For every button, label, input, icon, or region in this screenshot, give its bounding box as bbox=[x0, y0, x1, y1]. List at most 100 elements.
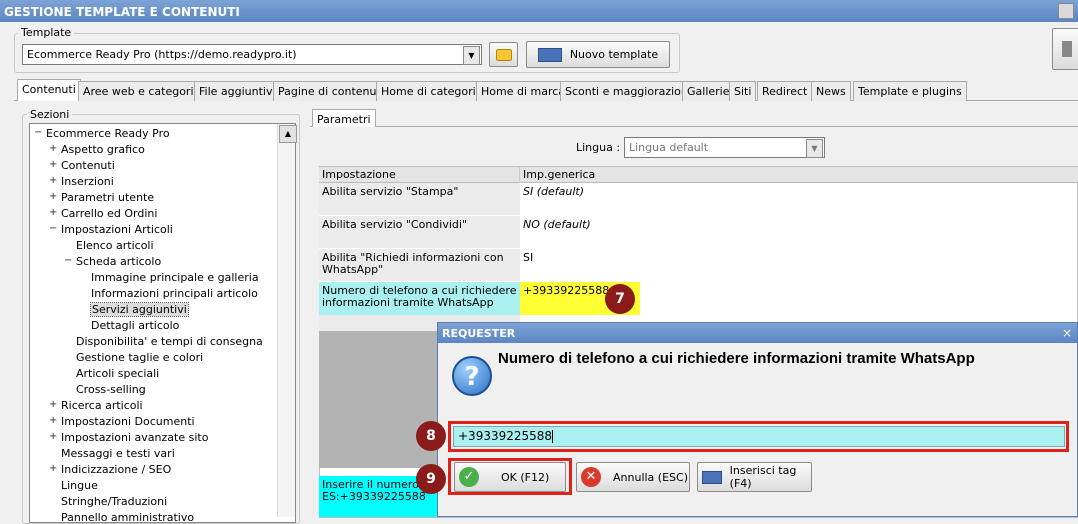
ok-label: OK (F12) bbox=[501, 470, 550, 484]
tree-scrollbar[interactable]: ▲ bbox=[277, 124, 297, 517]
tab-news[interactable]: News bbox=[811, 81, 851, 101]
tree-item[interactable]: Lingue bbox=[61, 479, 98, 492]
template-select[interactable]: Ecommerce Ready Pro (https://demo.readyp… bbox=[22, 44, 482, 65]
insert-tag-icon bbox=[702, 470, 722, 484]
template-select-value: Ecommerce Ready Pro (https://demo.readyp… bbox=[27, 48, 297, 61]
lingua-select[interactable]: Lingua default ▼ bbox=[624, 137, 825, 158]
collapse-icon[interactable]: − bbox=[34, 127, 42, 138]
phone-input-value: +39339225588 bbox=[458, 429, 553, 443]
row-value-stampa[interactable]: SI (default) bbox=[520, 183, 1078, 216]
tree-item[interactable]: Dettagli articolo bbox=[91, 319, 179, 332]
expand-icon[interactable]: + bbox=[49, 463, 57, 474]
marker-9: 9 bbox=[416, 464, 446, 494]
tree-item[interactable]: Contenuti bbox=[61, 159, 115, 172]
tree-item[interactable]: Informazioni principali articolo bbox=[91, 287, 258, 300]
tab-template-plugins[interactable]: Template e plugins bbox=[853, 81, 967, 101]
tab-file-aggiuntivi[interactable]: File aggiuntivi bbox=[194, 81, 281, 101]
window-title: GESTIONE TEMPLATE E CONTENUTI bbox=[4, 5, 240, 19]
row-setting-condividi: Abilita servizio "Condividi" bbox=[319, 216, 520, 249]
exit-button[interactable] bbox=[1052, 28, 1078, 70]
row-value-whatsapp[interactable]: SI bbox=[520, 249, 1078, 282]
row-setting-stampa: Abilita servizio "Stampa" bbox=[319, 183, 520, 216]
new-template-button[interactable]: Nuovo template bbox=[526, 41, 670, 68]
params-tab-line bbox=[310, 126, 1078, 127]
exit-icon bbox=[1062, 41, 1072, 57]
ok-button[interactable]: ✓ OK (F12) bbox=[454, 462, 566, 492]
tab-aree-web[interactable]: Aree web e categorie bbox=[78, 81, 206, 101]
chevron-down-icon[interactable]: ▼ bbox=[463, 46, 480, 65]
tree-item[interactable]: Inserzioni bbox=[61, 175, 114, 188]
tree-item[interactable]: Impostazioni Documenti bbox=[61, 415, 195, 428]
tab-contenuti[interactable]: Contenuti bbox=[17, 79, 81, 101]
col-setting-header: Impostazione bbox=[319, 167, 520, 183]
lingua-value: Lingua default bbox=[629, 141, 709, 154]
tree-item[interactable]: Carrello ed Ordini bbox=[61, 207, 157, 220]
tree-item[interactable]: Indicizzazione / SEO bbox=[61, 463, 171, 476]
phone-input[interactable]: +39339225588 bbox=[453, 426, 1065, 447]
tree-item[interactable]: Gestione taglie e colori bbox=[76, 351, 203, 364]
question-icon: ? bbox=[452, 356, 492, 396]
tab-siti[interactable]: Siti bbox=[729, 81, 757, 101]
expand-icon[interactable]: + bbox=[49, 415, 57, 426]
marker-7: 7 bbox=[605, 284, 635, 314]
chevron-down-icon[interactable]: ▼ bbox=[806, 139, 823, 158]
close-icon[interactable]: × bbox=[1060, 326, 1074, 340]
template-legend: Template bbox=[18, 26, 75, 39]
tab-redirect[interactable]: Redirect bbox=[757, 81, 813, 101]
collapse-icon[interactable]: − bbox=[49, 223, 57, 234]
edit-template-button[interactable] bbox=[489, 42, 518, 67]
row-value-condividi[interactable]: NO (default) bbox=[520, 216, 1078, 249]
window-close-button[interactable] bbox=[1058, 3, 1074, 19]
tree-item[interactable]: Immagine principale e galleria bbox=[91, 271, 259, 284]
tree-item[interactable]: Ricerca articoli bbox=[61, 399, 143, 412]
expand-icon[interactable]: + bbox=[49, 431, 57, 442]
tree-item[interactable]: Disponibilita' e tempi di consegna bbox=[76, 335, 263, 348]
expand-icon[interactable]: + bbox=[49, 207, 57, 218]
tree-item[interactable]: Scheda articolo bbox=[76, 255, 161, 268]
tree-item[interactable]: Aspetto grafico bbox=[61, 143, 145, 156]
dialog-question: Numero di telefono a cui richiedere info… bbox=[498, 350, 975, 367]
tab-home-marca[interactable]: Home di marca bbox=[476, 81, 571, 101]
sections-legend: Sezioni bbox=[27, 108, 73, 121]
tab-gallerie[interactable]: Gallerie bbox=[682, 81, 735, 101]
row-setting-whatsapp: Abilita "Richiedi informazioni con Whats… bbox=[319, 249, 520, 282]
tree-item[interactable]: Stringhe/Traduzioni bbox=[61, 495, 167, 508]
dialog-title-bar: REQUESTER bbox=[438, 323, 1077, 343]
expand-icon[interactable]: + bbox=[49, 143, 57, 154]
col-value-header: Imp.generica bbox=[520, 167, 1078, 183]
expand-icon[interactable]: + bbox=[49, 191, 57, 202]
tree-item[interactable]: Messaggi e testi vari bbox=[61, 447, 175, 460]
tree-item[interactable]: Ecommerce Ready Pro bbox=[46, 127, 170, 140]
tree-item[interactable]: Impostazioni avanzate sito bbox=[61, 431, 208, 444]
tree-item[interactable]: Parametri utente bbox=[61, 191, 154, 204]
insert-tag-label: Inserisci tag (F4) bbox=[729, 464, 797, 490]
check-icon: ✓ bbox=[459, 467, 479, 487]
new-template-label: Nuovo template bbox=[569, 48, 659, 61]
tree-item[interactable]: Cross-selling bbox=[76, 383, 146, 396]
tab-parametri[interactable]: Parametri bbox=[312, 109, 376, 127]
tab-home-categoria[interactable]: Home di categoria bbox=[376, 81, 488, 101]
tree-item[interactable]: Servizi aggiuntivi bbox=[90, 302, 189, 317]
cancel-button[interactable]: ✕ Annulla (ESC) bbox=[576, 462, 690, 492]
tab-pagine-contenuti[interactable]: Pagine di contenuti bbox=[273, 81, 389, 101]
sections-tree[interactable]: − Ecommerce Ready Pro + Aspetto grafico + Con… bbox=[29, 123, 296, 524]
row-setting-phone: Numero di telefono a cui richiedere info… bbox=[319, 282, 520, 315]
tree-item[interactable]: Articoli speciali bbox=[76, 367, 159, 380]
lingua-label: Lingua : bbox=[576, 141, 621, 154]
insert-tag-button[interactable]: Inserisci tag (F4) bbox=[697, 462, 812, 492]
tab-sconti[interactable]: Sconti e maggiorazioni bbox=[560, 81, 696, 101]
requester-dialog: REQUESTER × ? Numero di telefono a cui r… bbox=[437, 322, 1078, 517]
expand-icon[interactable]: + bbox=[49, 399, 57, 410]
tree-item[interactable]: Elenco articoli bbox=[76, 239, 154, 252]
folder-icon bbox=[495, 48, 512, 61]
tree-item[interactable]: Pannello amministrativo bbox=[61, 511, 194, 524]
collapse-icon[interactable]: − bbox=[64, 255, 72, 266]
expand-icon[interactable]: + bbox=[49, 159, 57, 170]
tree-item[interactable]: Impostazioni Articoli bbox=[61, 223, 173, 236]
window-title-bar: GESTIONE TEMPLATE E CONTENUTI bbox=[0, 0, 1078, 22]
cancel-label: Annulla (ESC) bbox=[613, 470, 688, 484]
expand-icon[interactable]: + bbox=[49, 175, 57, 186]
marker-8: 8 bbox=[416, 421, 446, 451]
scroll-up-icon[interactable]: ▲ bbox=[279, 125, 297, 143]
dialog-title: REQUESTER bbox=[442, 327, 516, 340]
